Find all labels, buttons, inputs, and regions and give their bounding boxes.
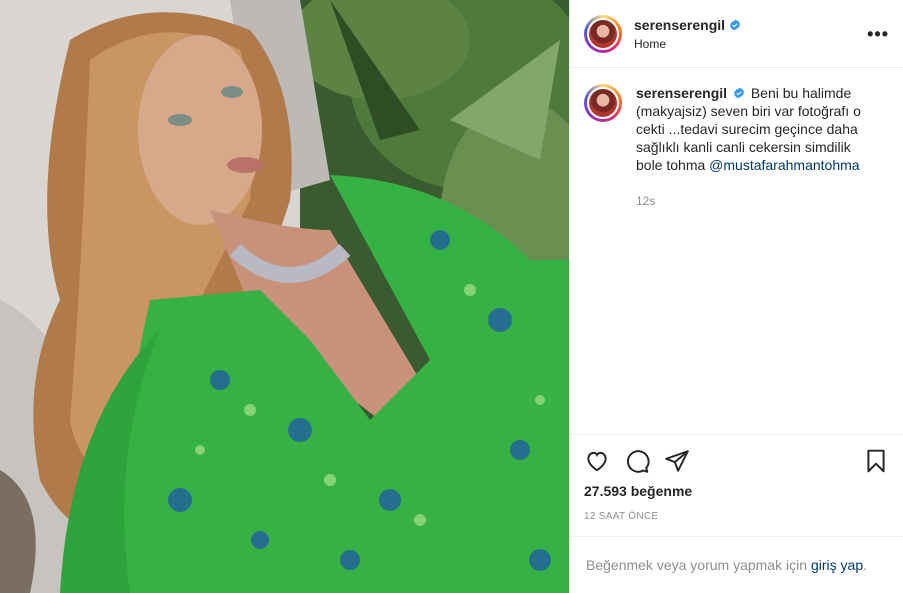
header-text: serenserengil Home bbox=[634, 17, 741, 51]
heart-icon[interactable] bbox=[584, 448, 610, 474]
like-count[interactable]: 27.593 beğenme bbox=[584, 483, 889, 499]
post-photo[interactable] bbox=[0, 0, 569, 593]
header-username-row: serenserengil bbox=[634, 17, 741, 33]
login-prompt-suffix: . bbox=[863, 557, 868, 573]
caption: serenserengil Beni bu halimde (makyajsiz… bbox=[584, 84, 889, 210]
post-sidebar: serenserengil Home ••• serenserengil Ben… bbox=[569, 0, 903, 593]
caption-verified-badge-icon bbox=[734, 87, 744, 99]
instagram-post: serenserengil Home ••• serenserengil Ben… bbox=[0, 0, 903, 593]
caption-time[interactable]: 12s bbox=[636, 192, 876, 210]
caption-mention-link[interactable]: @mustafarahmantohma bbox=[709, 157, 859, 173]
post-image bbox=[0, 0, 569, 593]
avatar-image bbox=[587, 17, 619, 50]
avatar[interactable] bbox=[584, 14, 622, 53]
comments-area: serenserengil Beni bu halimde (makyajsiz… bbox=[570, 68, 903, 434]
login-prompt: Beğenmek veya yorum yapmak için giriş ya… bbox=[570, 536, 903, 593]
bookmark-icon[interactable] bbox=[863, 448, 889, 474]
post-actions: 27.593 beğenme 12 SAAT ÖNCE bbox=[570, 434, 903, 536]
verified-badge-icon bbox=[730, 19, 741, 30]
action-icons bbox=[584, 445, 889, 477]
more-options-icon[interactable]: ••• bbox=[867, 25, 889, 43]
header-location[interactable]: Home bbox=[634, 37, 741, 51]
comment-icon[interactable] bbox=[624, 448, 650, 474]
caption-avatar[interactable] bbox=[584, 84, 622, 122]
header-username[interactable]: serenserengil bbox=[634, 17, 725, 33]
paper-plane-icon[interactable] bbox=[664, 448, 690, 474]
caption-body: serenserengil Beni bu halimde (makyajsiz… bbox=[636, 84, 876, 210]
caption-username[interactable]: serenserengil bbox=[636, 85, 727, 101]
post-header: serenserengil Home ••• bbox=[570, 0, 903, 68]
login-link[interactable]: giriş yap bbox=[811, 557, 863, 573]
caption-avatar-image bbox=[587, 87, 619, 119]
posted-time[interactable]: 12 SAAT ÖNCE bbox=[584, 511, 889, 522]
login-prompt-text: Beğenmek veya yorum yapmak için bbox=[586, 557, 807, 573]
